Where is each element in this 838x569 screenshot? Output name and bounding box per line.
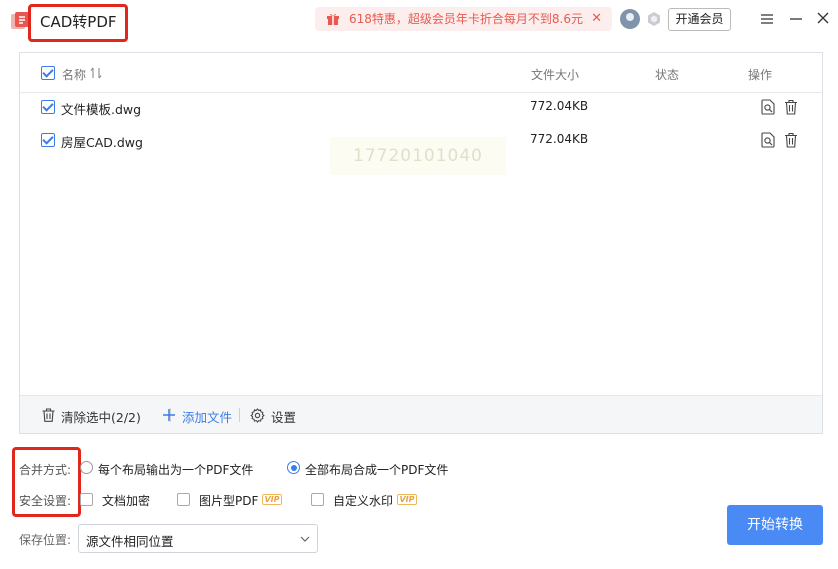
file-size: 772.04KB xyxy=(530,132,589,146)
preview-icon[interactable] xyxy=(760,99,776,115)
clear-selected-button[interactable]: 清除选中(2/2) xyxy=(61,407,141,426)
avatar[interactable] xyxy=(620,9,640,29)
close-icon[interactable] xyxy=(816,11,830,25)
list-header: 名称 文件大小 状态 操作 xyxy=(20,53,822,93)
security-label: 安全设置: xyxy=(19,494,72,508)
column-size: 文件大小 xyxy=(531,68,580,82)
watermark-label[interactable]: 自定义水印 xyxy=(333,492,393,509)
app-title: CAD转PDF xyxy=(40,13,117,31)
file-name: 文件模板.dwg xyxy=(61,102,142,117)
select-all-checkbox[interactable] xyxy=(41,66,55,80)
merge-all-layouts-radio[interactable] xyxy=(287,461,300,474)
watermark-text: 17720101040 xyxy=(330,137,506,175)
encrypt-label[interactable]: 文档加密 xyxy=(102,492,150,509)
gift-icon xyxy=(327,13,339,25)
save-location-label: 保存位置: xyxy=(19,533,72,547)
trash-icon[interactable] xyxy=(42,408,55,422)
row-checkbox[interactable] xyxy=(41,133,55,147)
promo-text: 618特惠，超级会员年卡折合每月不到8.6元 xyxy=(349,12,583,26)
preview-icon[interactable] xyxy=(760,132,776,148)
column-action: 操作 xyxy=(748,68,773,82)
vip-tag: VIP xyxy=(397,494,417,505)
column-status: 状态 xyxy=(655,68,680,82)
open-membership-button[interactable]: 开通会员 xyxy=(668,8,731,31)
plus-icon[interactable] xyxy=(162,408,176,422)
file-size: 772.04KB xyxy=(530,99,589,113)
merge-all-layouts-label[interactable]: 全部布局合成一个PDF文件 xyxy=(305,461,448,478)
save-location-select[interactable]: 源文件相同位置 xyxy=(78,524,318,553)
promo-banner[interactable]: 618特惠，超级会员年卡折合每月不到8.6元 ✕ xyxy=(315,7,612,31)
minimize-icon[interactable] xyxy=(789,12,803,26)
merge-per-layout-radio[interactable] xyxy=(80,461,93,474)
column-name[interactable]: 名称 xyxy=(62,66,86,83)
app-logo-icon xyxy=(11,12,29,29)
save-location-value: 源文件相同位置 xyxy=(86,534,174,549)
start-convert-button[interactable]: 开始转换 xyxy=(727,505,823,545)
encrypt-checkbox[interactable] xyxy=(80,493,93,506)
watermark-checkbox[interactable] xyxy=(311,493,324,506)
delete-icon[interactable] xyxy=(784,99,798,115)
merge-per-layout-label[interactable]: 每个布局输出为一个PDF文件 xyxy=(98,461,253,478)
merge-mode-label: 合并方式: xyxy=(19,463,72,477)
vip-tag: VIP xyxy=(262,494,282,505)
settings-button[interactable]: 设置 xyxy=(271,407,296,426)
delete-icon[interactable] xyxy=(784,132,798,148)
sort-icon[interactable] xyxy=(90,67,102,79)
row-checkbox[interactable] xyxy=(41,100,55,114)
file-name: 房屋CAD.dwg xyxy=(61,135,143,150)
chevron-down-icon xyxy=(300,536,310,542)
vip-badge-icon[interactable] xyxy=(646,11,662,27)
file-list-panel: 名称 文件大小 状态 操作 文件模板.dwg 772.04KB 房屋CAD.dw… xyxy=(19,52,823,434)
gear-icon[interactable] xyxy=(250,408,265,423)
list-footer-toolbar: 清除选中(2/2) 添加文件 设置 xyxy=(20,395,822,433)
divider xyxy=(239,408,240,422)
menu-icon[interactable] xyxy=(760,12,774,26)
title-bar: CAD转PDF 618特惠，超级会员年卡折合每月不到8.6元 ✕ 开通会员 xyxy=(0,0,838,42)
image-pdf-checkbox[interactable] xyxy=(177,493,190,506)
promo-close-icon[interactable]: ✕ xyxy=(591,7,602,31)
image-pdf-label[interactable]: 图片型PDF xyxy=(199,492,258,509)
table-row[interactable]: 文件模板.dwg 772.04KB xyxy=(20,91,822,124)
add-file-button[interactable]: 添加文件 xyxy=(182,407,232,426)
